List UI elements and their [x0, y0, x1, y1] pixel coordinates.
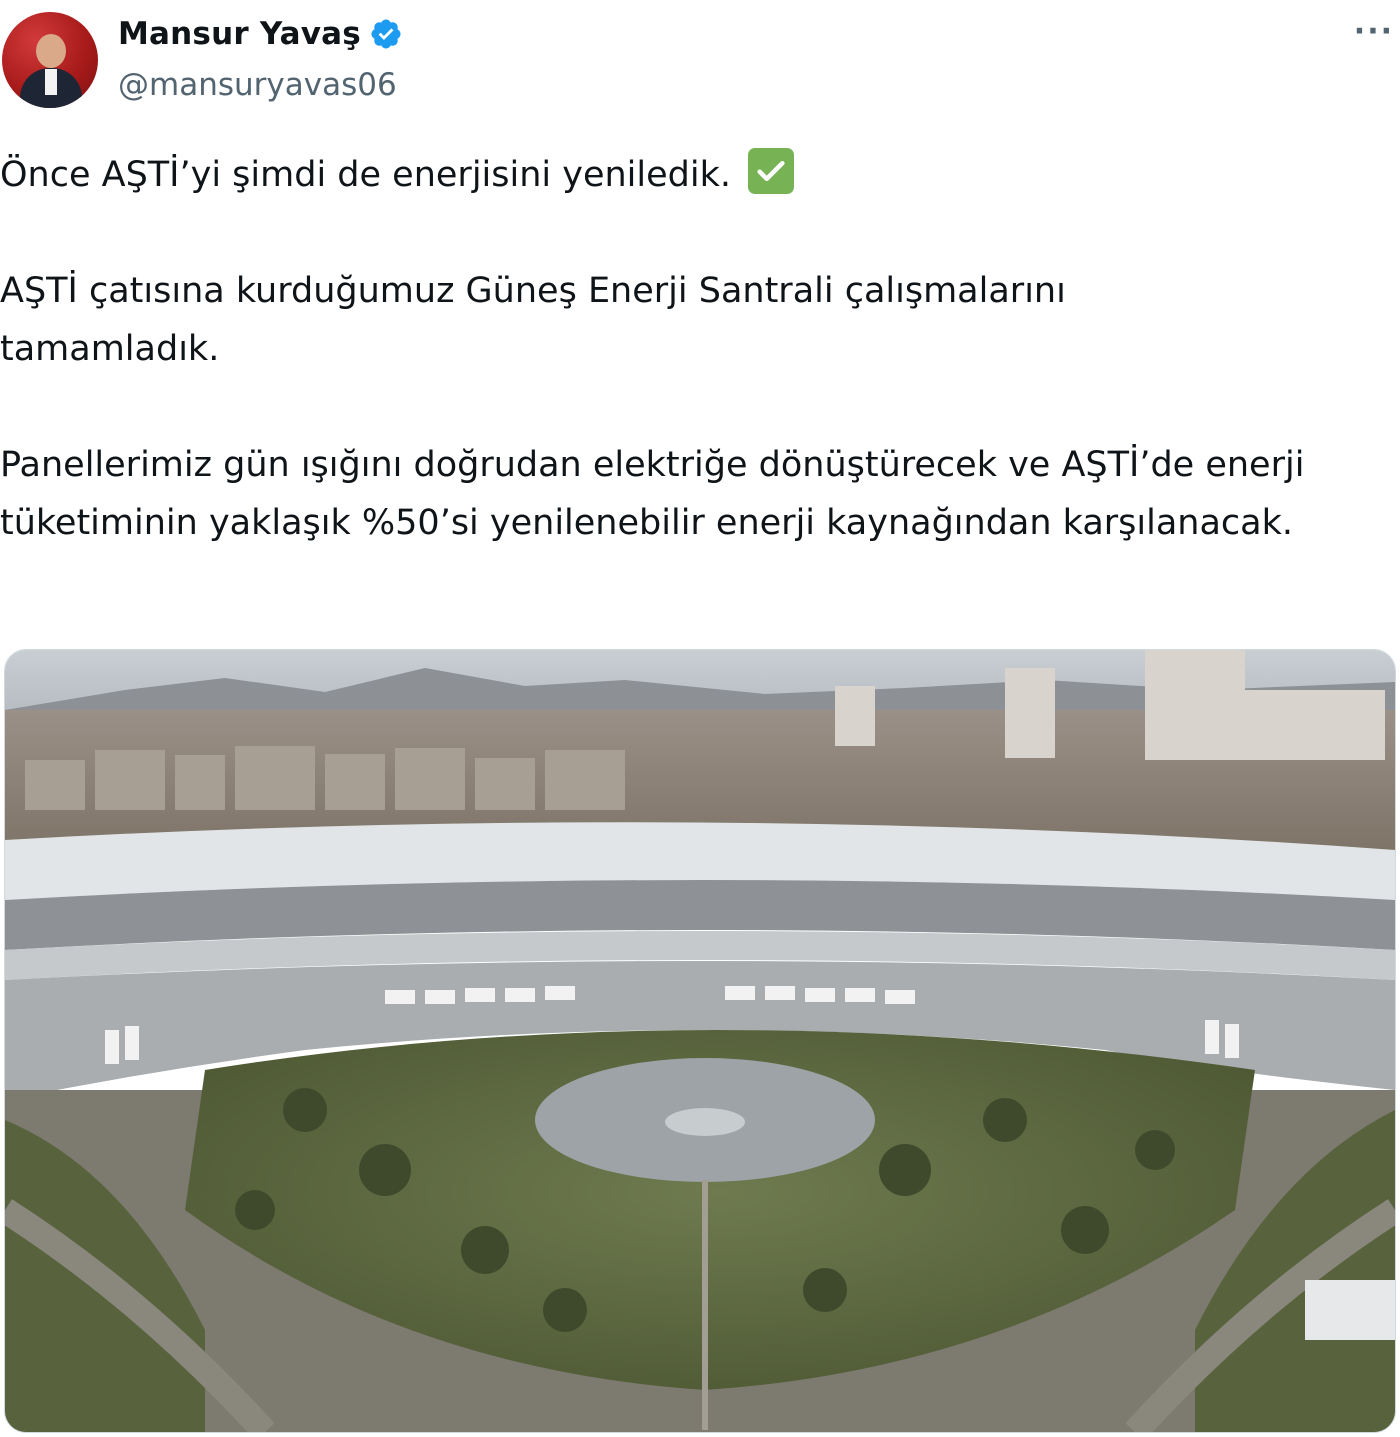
author-avatar[interactable]: [2, 12, 98, 108]
more-options-button[interactable]: ···: [1354, 14, 1394, 49]
tweet-paragraph-1-text: Önce AŞTİ’yi şimdi de enerjisini yeniled…: [0, 155, 732, 195]
author-handle[interactable]: @mansuryavas06: [118, 67, 397, 103]
tweet-paragraph-1: Önce AŞTİ’yi şimdi de enerjisini yeniled…: [0, 146, 1390, 204]
tweet-text: Önce AŞTİ’yi şimdi de enerjisini yeniled…: [0, 146, 1390, 552]
tweet-paragraph-2: AŞTİ çatısına kurduğumuz Güneş Enerji Sa…: [0, 271, 1066, 369]
author-name-row: Mansur Yavaş: [118, 16, 403, 52]
verified-badge-icon: [371, 19, 401, 49]
tweet-paragraph-3: Panellerimiz gün ışığını doğrudan elektr…: [0, 445, 1305, 543]
aerial-terminal-photo: [5, 650, 1395, 1432]
avatar-face: [36, 34, 66, 68]
author-display-name[interactable]: Mansur Yavaş: [118, 16, 361, 52]
avatar-shirt: [45, 69, 57, 95]
check-mark-emoji-icon: [748, 148, 795, 194]
tweet-photo[interactable]: [4, 649, 1396, 1433]
